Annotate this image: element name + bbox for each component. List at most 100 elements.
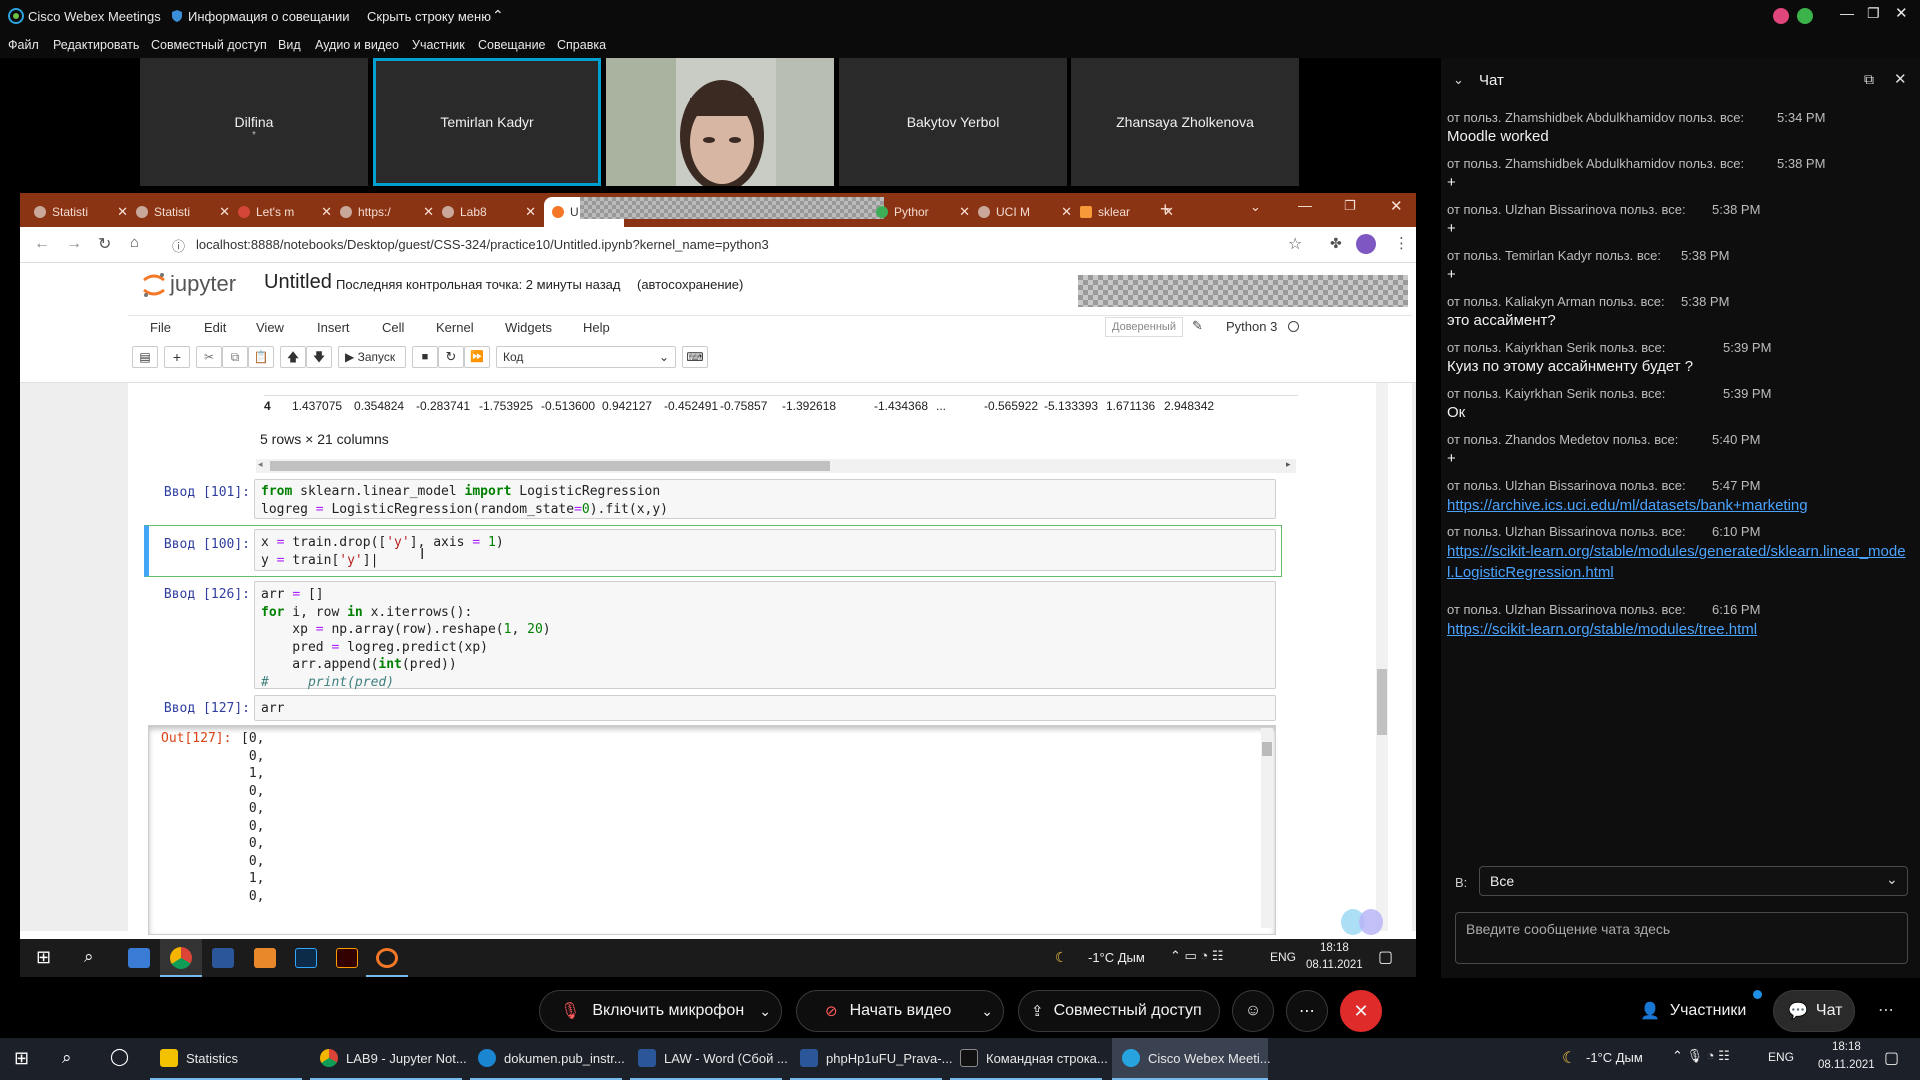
- tab-close-icon[interactable]: ✕: [525, 204, 536, 220]
- page-scrollbar[interactable]: [1376, 383, 1388, 931]
- chrome-app-active[interactable]: [160, 939, 202, 977]
- copy-icon[interactable]: ⧉: [222, 346, 248, 368]
- chevron-down-icon[interactable]: ⌄: [981, 1003, 993, 1020]
- taskbar-app[interactable]: LAB9 - Jupyter Not...: [310, 1038, 467, 1080]
- taskbar-app-active[interactable]: Cisco Webex Meeti...: [1112, 1038, 1271, 1080]
- menu-view[interactable]: Вид: [278, 38, 301, 52]
- tab-close-icon[interactable]: ✕: [321, 204, 332, 220]
- clock-time[interactable]: 18:18: [1832, 1041, 1861, 1053]
- jupyter-menu-insert[interactable]: Insert: [317, 320, 350, 335]
- tray-icons[interactable]: ⌃ 🎙 ◔ ☷: [1672, 1048, 1730, 1064]
- restart-icon[interactable]: ↻: [438, 346, 464, 368]
- browser-tab[interactable]: Statisti ✕: [34, 197, 134, 227]
- weather-text[interactable]: -1°C Дым: [1586, 1050, 1643, 1065]
- browser-tab[interactable]: Pythor ✕: [876, 197, 976, 227]
- clock-date[interactable]: 08.11.2021: [1818, 1059, 1875, 1071]
- participant-tile[interactable]: Zhansaya Zholkenova: [1071, 58, 1299, 186]
- weather-text[interactable]: -1°C Дым: [1088, 950, 1145, 965]
- menu-file[interactable]: Файл: [8, 38, 39, 52]
- menu-edit[interactable]: Редактировать: [53, 38, 139, 52]
- cortana-icon[interactable]: ◯: [110, 1047, 129, 1067]
- jupyter-menu-widgets[interactable]: Widgets: [505, 320, 552, 335]
- taskbar-app[interactable]: LAW - Word (Сбой ...: [630, 1038, 788, 1080]
- search-icon[interactable]: ⌕: [62, 1048, 72, 1068]
- tab-close-icon[interactable]: ✕: [423, 204, 434, 220]
- edit-pencil-icon[interactable]: ✎: [1192, 318, 1203, 334]
- cell-type-select[interactable]: Код ⌄: [496, 346, 676, 368]
- chevron-up-icon[interactable]: ⌃: [492, 7, 504, 24]
- chat-close-icon[interactable]: ✕: [1894, 70, 1907, 88]
- tray-icons[interactable]: ⌃ ▭ ◔ ☷: [1170, 948, 1224, 964]
- paste-icon[interactable]: 📋: [248, 346, 274, 368]
- jupyter-wordmark[interactable]: jupyter: [170, 271, 236, 297]
- participant-tile-active-speaker[interactable]: Temirlan Kadyr: [373, 58, 601, 186]
- cut-icon[interactable]: ✂: [196, 346, 222, 368]
- tab-close-icon[interactable]: ✕: [117, 204, 128, 220]
- browser-restore-icon[interactable]: ❐: [1344, 198, 1356, 214]
- meeting-info-button[interactable]: Информация о совещании: [188, 9, 350, 24]
- explorer-app-icon[interactable]: [128, 948, 150, 968]
- code-cell[interactable]: arr: [254, 695, 1276, 721]
- menu-audio-video[interactable]: Аудио и видео: [315, 38, 399, 52]
- menu-participant[interactable]: Участник: [412, 38, 465, 52]
- illustrator-app-icon[interactable]: [336, 948, 358, 968]
- share-button[interactable]: ⇪ Совместный доступ: [1018, 990, 1220, 1032]
- jupyter-menu-view[interactable]: View: [256, 320, 284, 335]
- jupyter-app-active[interactable]: [366, 939, 408, 977]
- search-icon[interactable]: ⌕: [84, 947, 94, 967]
- close-icon[interactable]: ✕: [1895, 4, 1908, 22]
- menu-help[interactable]: Справка: [557, 38, 606, 52]
- browser-tab[interactable]: Statisti ✕: [136, 197, 236, 227]
- code-cell[interactable]: arr = [] for i, row in x.iterrows(): xp …: [254, 581, 1276, 690]
- horizontal-scrollbar[interactable]: ◂ ▸: [256, 459, 1296, 473]
- browser-tab[interactable]: Let's m ✕: [238, 197, 338, 227]
- taskbar-app[interactable]: dokumen.pub_instr...: [470, 1038, 625, 1080]
- scrollbar-thumb[interactable]: [270, 461, 830, 471]
- more-options-button[interactable]: ⋯: [1286, 990, 1328, 1032]
- scroll-right-icon[interactable]: ▸: [1286, 459, 1291, 470]
- trusted-indicator[interactable]: Доверенный: [1105, 317, 1183, 337]
- hide-menu-bar-button[interactable]: Скрыть строку меню: [367, 9, 491, 24]
- chat-message-link[interactable]: https://scikit-learn.org/stable/modules/…: [1447, 619, 1907, 640]
- browser-tab[interactable]: UCI M ✕: [978, 197, 1078, 227]
- taskbar-app[interactable]: Statistics: [150, 1038, 302, 1080]
- chat-message-link[interactable]: https://scikit-learn.org/stable/modules/…: [1447, 541, 1907, 583]
- code-cell[interactable]: from sklearn.linear_model import Logisti…: [254, 479, 1276, 519]
- insert-cell-icon[interactable]: +: [164, 346, 190, 368]
- popout-icon[interactable]: ⧉: [1864, 71, 1874, 88]
- participant-tile[interactable]: Dilfina *: [140, 58, 368, 186]
- reactions-button[interactable]: ☺: [1232, 990, 1274, 1032]
- scrollbar-thumb[interactable]: [1377, 669, 1387, 735]
- jupyter-menu-help[interactable]: Help: [583, 320, 610, 335]
- leave-meeting-button[interactable]: ✕: [1340, 990, 1382, 1032]
- jupyter-menu-file[interactable]: File: [150, 320, 171, 335]
- chat-message-link[interactable]: https://archive.ics.uci.edu/ml/datasets/…: [1447, 495, 1907, 516]
- home-icon[interactable]: ⌂: [130, 234, 139, 251]
- clock-date[interactable]: 08.11.2021: [1306, 959, 1363, 971]
- tab-close-icon[interactable]: ✕: [219, 204, 230, 220]
- minimize-icon[interactable]: —: [1840, 5, 1854, 21]
- chat-input[interactable]: Введите сообщение чата здесь: [1455, 912, 1908, 964]
- browser-minimize-icon[interactable]: —: [1298, 197, 1312, 213]
- notebook-name[interactable]: Untitled: [264, 271, 332, 294]
- scroll-left-icon[interactable]: ◂: [258, 459, 263, 470]
- more-icon[interactable]: ⋯: [1878, 1000, 1894, 1020]
- browser-menu-icon[interactable]: ⋮: [1394, 234, 1409, 252]
- participants-button[interactable]: 👤 Участники: [1640, 990, 1746, 1032]
- reload-icon[interactable]: ↻: [98, 234, 111, 254]
- menu-meeting[interactable]: Совещание: [478, 38, 546, 52]
- profile-avatar[interactable]: [1356, 234, 1376, 254]
- notifications-icon[interactable]: ▢: [1884, 1048, 1899, 1068]
- jupyter-menu-cell[interactable]: Cell: [382, 320, 404, 335]
- back-icon[interactable]: ←: [34, 235, 50, 253]
- photoshop-app-icon[interactable]: [295, 948, 317, 968]
- record-icon[interactable]: [1773, 8, 1789, 24]
- unmute-mic-button[interactable]: 🎙 Включить микрофон ⌄: [539, 990, 782, 1032]
- language-indicator[interactable]: ENG: [1270, 950, 1296, 964]
- output-scrollbar[interactable]: [1261, 728, 1273, 928]
- restart-run-all-icon[interactable]: ⏩: [464, 346, 490, 368]
- code-cell-editing[interactable]: x = train.drop(['y'], axis = 1) y = trai…: [254, 529, 1276, 571]
- move-down-icon[interactable]: 🡇: [306, 346, 332, 368]
- jupyter-menu-edit[interactable]: Edit: [204, 320, 226, 335]
- tab-close-icon[interactable]: ✕: [959, 204, 970, 220]
